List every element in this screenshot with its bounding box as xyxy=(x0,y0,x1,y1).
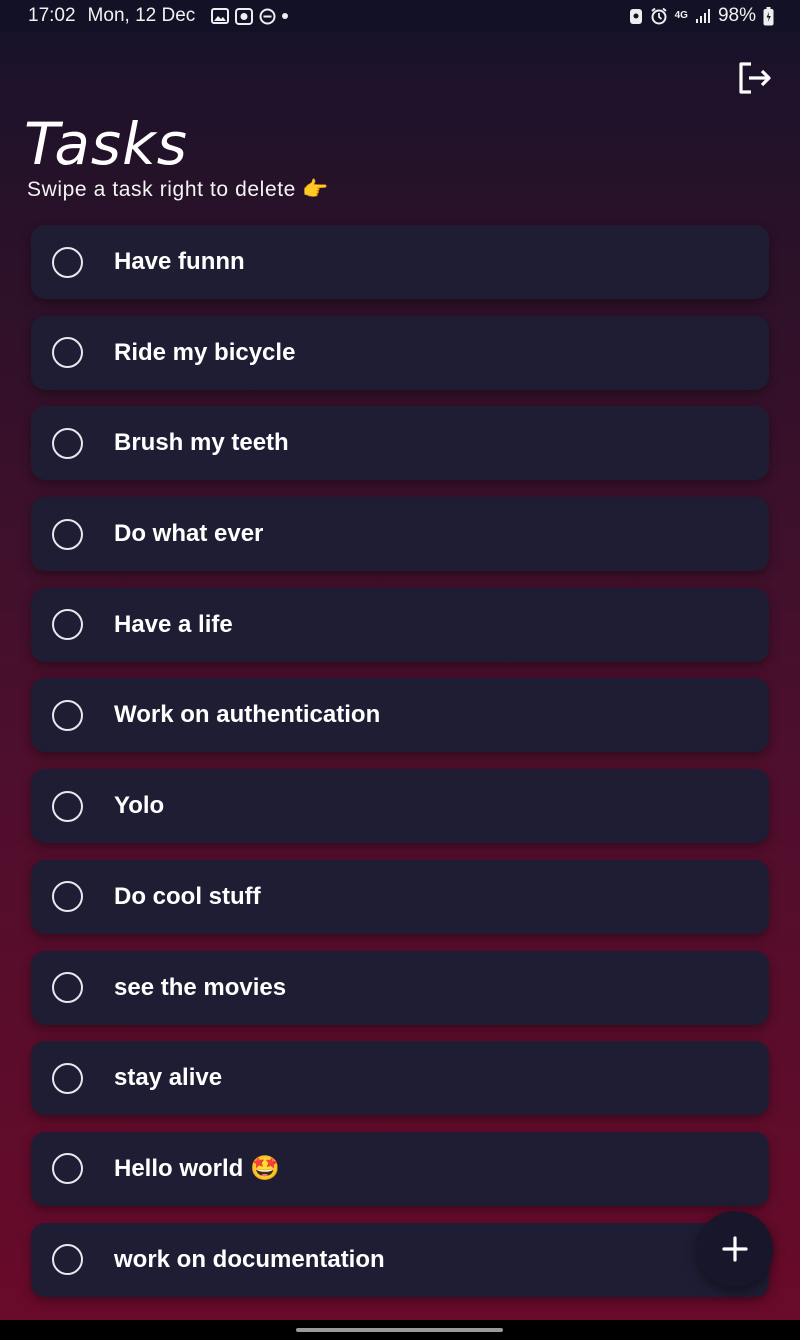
status-bar: 17:02 Mon, 12 Dec 4G 98% xyxy=(0,0,800,32)
status-date: Mon, 12 Dec xyxy=(87,5,196,26)
task-label: Ride my bicycle xyxy=(114,338,296,366)
task-checkbox[interactable] xyxy=(52,790,83,822)
alarm-icon xyxy=(650,7,668,25)
task-checkbox[interactable] xyxy=(52,972,83,1003)
task-item[interactable]: Yolo xyxy=(31,769,769,844)
plus-icon xyxy=(722,1236,748,1262)
page-subtitle: Swipe a task right to delete 👉 xyxy=(27,178,330,201)
task-item[interactable]: Do cool stuff xyxy=(31,859,769,934)
task-label: Have funnn xyxy=(114,248,245,275)
task-item[interactable]: stay alive xyxy=(31,1041,769,1116)
status-time: 17:02 xyxy=(28,5,76,26)
task-checkbox[interactable] xyxy=(52,337,83,369)
battery-icon xyxy=(763,6,774,26)
task-label: Hello world 🤩 xyxy=(114,1155,280,1183)
home-gesture-handle[interactable] xyxy=(296,1328,503,1332)
page-title: Tasks xyxy=(24,110,188,178)
task-checkbox[interactable] xyxy=(52,1153,83,1185)
more-notifications-icon xyxy=(282,13,289,19)
task-label: stay alive xyxy=(114,1064,223,1092)
signal-icon xyxy=(695,8,711,24)
gallery-notification-icon xyxy=(211,8,230,24)
task-label: Do cool stuff xyxy=(114,882,261,910)
task-item[interactable]: Do what ever xyxy=(31,497,769,572)
task-label: Have a life xyxy=(114,610,233,638)
task-label: work on documentation xyxy=(114,1245,385,1273)
task-item[interactable]: work on documentation xyxy=(31,1222,769,1297)
task-checkbox[interactable] xyxy=(52,246,83,278)
navigation-bar xyxy=(0,1320,800,1340)
network-type: 4G xyxy=(674,10,688,21)
add-task-button[interactable] xyxy=(697,1211,773,1287)
task-item[interactable]: see the movies xyxy=(31,950,769,1025)
task-item[interactable]: Have a life xyxy=(31,587,769,662)
logout-icon xyxy=(739,62,771,94)
battery-percent: 98% xyxy=(717,5,756,26)
task-checkbox[interactable] xyxy=(52,699,83,731)
screen-record-icon xyxy=(235,7,254,25)
task-list: Have funnn Ride my bicycle Brush my teet… xyxy=(31,225,769,1313)
task-checkbox[interactable] xyxy=(52,609,83,641)
task-checkbox[interactable] xyxy=(52,1244,83,1276)
task-label: Do what ever xyxy=(114,520,264,548)
task-label: Work on authentication xyxy=(114,701,381,729)
logout-button[interactable] xyxy=(736,60,774,96)
task-label: Brush my teeth xyxy=(114,429,289,457)
task-checkbox[interactable] xyxy=(52,427,83,459)
task-checkbox[interactable] xyxy=(52,1062,83,1094)
task-item[interactable]: Hello world 🤩 xyxy=(31,1131,769,1206)
task-item[interactable]: Work on authentication xyxy=(31,678,769,753)
task-checkbox[interactable] xyxy=(52,881,83,913)
lock-app-icon xyxy=(629,7,643,25)
task-item[interactable]: Have funnn xyxy=(31,225,769,299)
task-checkbox[interactable] xyxy=(52,518,83,550)
task-label: Yolo xyxy=(114,792,165,820)
task-item[interactable]: Ride my bicycle xyxy=(31,315,769,390)
task-item[interactable]: Brush my teeth xyxy=(31,406,769,481)
do-not-disturb-icon xyxy=(259,8,276,25)
task-label: see the movies xyxy=(114,973,287,1001)
